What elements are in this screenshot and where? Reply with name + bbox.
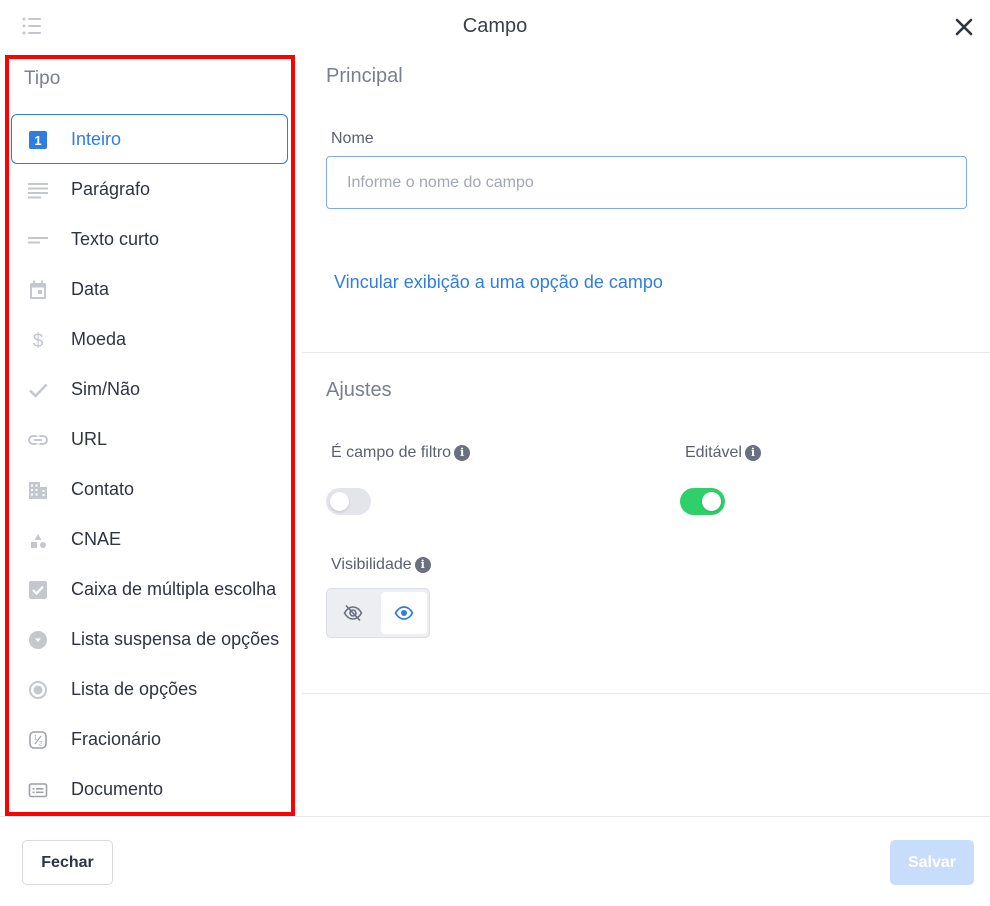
link-field-option[interactable]: Vincular exibição a uma opção de campo xyxy=(334,272,663,293)
type-item-label: Lista de opções xyxy=(71,679,198,699)
link-icon xyxy=(28,430,48,450)
eye-icon xyxy=(394,606,414,620)
type-item-label: Caixa de múltipla escolha xyxy=(71,579,277,599)
type-item-label: CNAE xyxy=(71,529,122,549)
type-item-texto-curto[interactable]: Texto curto xyxy=(11,214,288,264)
close-icon[interactable] xyxy=(952,15,976,39)
footer-divider xyxy=(0,816,990,817)
editable-field-label: Editável i xyxy=(685,444,761,462)
toggle-knob xyxy=(702,492,721,511)
type-item-label: Lista suspensa de opções xyxy=(71,629,280,649)
visibility-label-text: Visibilidade xyxy=(331,556,412,573)
modal-title: Campo xyxy=(462,15,528,37)
svg-text:2: 2 xyxy=(39,741,43,748)
editable-label-text: Editável xyxy=(685,444,742,461)
visibility-segmented-control xyxy=(326,588,430,638)
check-icon xyxy=(28,380,48,400)
type-item-lista-suspensa[interactable]: Lista suspensa de opções xyxy=(11,614,288,664)
dropdown-circle-icon xyxy=(28,630,48,650)
type-item-label: Texto curto xyxy=(71,229,160,249)
visibility-field-label: Visibilidade i xyxy=(331,556,431,574)
info-icon[interactable]: i xyxy=(744,445,761,461)
visibility-hidden-button[interactable] xyxy=(330,592,376,634)
save-button[interactable]: Salvar xyxy=(890,840,974,885)
type-item-label: Sim/Não xyxy=(71,379,141,399)
info-icon[interactable]: i xyxy=(414,557,431,573)
filter-toggle[interactable] xyxy=(326,488,371,515)
dollar-icon: $ xyxy=(28,330,48,352)
close-button[interactable]: Fechar xyxy=(22,840,113,885)
filter-label-text: É campo de filtro xyxy=(331,444,452,461)
filter-field-label: É campo de filtro i xyxy=(331,444,471,462)
type-panel: Tipo 1 Inteiro Parágrafo Texto curto Dat… xyxy=(5,55,295,816)
type-item-caixa-multipla[interactable]: Caixa de múltipla escolha xyxy=(11,564,288,614)
calendar-icon xyxy=(28,280,48,300)
type-item-fracionario[interactable]: 12 Fracionário xyxy=(11,714,288,764)
type-item-label: URL xyxy=(71,429,108,449)
editable-toggle[interactable] xyxy=(680,488,725,515)
type-item-data[interactable]: Data xyxy=(11,264,288,314)
svg-text:$: $ xyxy=(33,331,44,350)
paragraph-icon xyxy=(28,180,48,200)
type-item-label: Documento xyxy=(71,779,164,799)
type-item-moeda[interactable]: $ Moeda xyxy=(11,314,288,364)
type-item-label: Inteiro xyxy=(71,129,122,149)
shapes-icon xyxy=(28,530,48,550)
type-item-label: Contato xyxy=(71,479,135,499)
type-item-cnae[interactable]: CNAE xyxy=(11,514,288,564)
fraction-icon: 12 xyxy=(28,730,48,750)
svg-text:1: 1 xyxy=(34,133,41,148)
section-divider xyxy=(302,352,990,353)
type-item-sim-nao[interactable]: Sim/Não xyxy=(11,364,288,414)
name-input[interactable] xyxy=(326,156,967,209)
radio-icon xyxy=(28,680,48,700)
short-text-icon xyxy=(28,230,48,250)
type-panel-title: Tipo xyxy=(24,68,61,89)
type-item-label: Fracionário xyxy=(71,729,162,749)
type-item-label: Parágrafo xyxy=(71,179,151,199)
toggle-knob xyxy=(330,492,349,511)
modal-header: Campo xyxy=(0,0,990,54)
principal-section-title: Principal xyxy=(326,65,403,87)
document-card-icon xyxy=(28,780,48,800)
number-one-icon: 1 xyxy=(28,130,48,150)
type-item-label: Moeda xyxy=(71,329,127,349)
info-icon[interactable]: i xyxy=(454,445,471,461)
type-item-label: Data xyxy=(71,279,110,299)
type-item-contato[interactable]: Contato xyxy=(11,464,288,514)
type-item-paragrafo[interactable]: Parágrafo xyxy=(11,164,288,214)
checkbox-icon xyxy=(28,580,48,600)
type-list: 1 Inteiro Parágrafo Texto curto Data $ M… xyxy=(11,114,288,814)
eye-off-icon xyxy=(343,604,363,622)
ajustes-section-title: Ajustes xyxy=(326,379,392,401)
visibility-visible-button[interactable] xyxy=(381,592,427,634)
type-item-documento[interactable]: Documento xyxy=(11,764,288,814)
type-item-lista-opcoes[interactable]: Lista de opções xyxy=(11,664,288,714)
section-divider xyxy=(302,693,990,694)
name-label: Nome xyxy=(331,130,374,147)
building-icon xyxy=(28,480,48,500)
type-item-inteiro[interactable]: 1 Inteiro xyxy=(11,114,288,164)
type-item-url[interactable]: URL xyxy=(11,414,288,464)
